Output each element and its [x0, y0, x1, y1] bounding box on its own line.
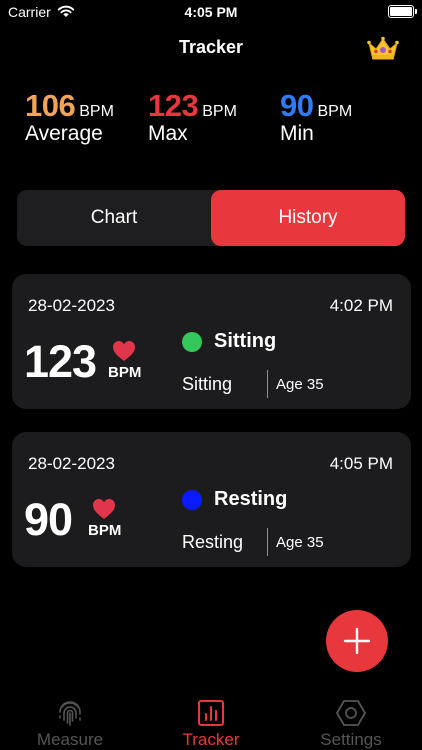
- heart-icon: [113, 341, 135, 361]
- tab-tracker[interactable]: Tracker: [156, 698, 266, 750]
- tab-measure[interactable]: Measure: [15, 698, 125, 750]
- record-time: 4:05 PM: [329, 454, 393, 473]
- chart-icon: [198, 700, 224, 726]
- stat-max-value: 123: [148, 88, 199, 123]
- stat-min-label: Min: [280, 122, 314, 145]
- record-date: 28-02-2023: [28, 454, 115, 473]
- stat-max-label: Max: [148, 122, 188, 145]
- record-date: 28-02-2023: [28, 296, 115, 315]
- battery-icon: [388, 5, 417, 18]
- add-measurement-button[interactable]: [326, 610, 388, 672]
- stat-average: 106 BPM Average: [25, 88, 114, 146]
- stat-max: 123 BPM Max: [148, 88, 237, 146]
- hexagon-gear-icon: [336, 700, 366, 726]
- fingerprint-icon: [59, 701, 81, 726]
- divider: [267, 370, 268, 398]
- tab-history[interactable]: History: [211, 190, 405, 246]
- tab-settings[interactable]: Settings: [296, 698, 406, 750]
- tab-chart[interactable]: Chart: [17, 190, 211, 246]
- stat-max-unit: BPM: [202, 103, 237, 120]
- stat-min: 90 BPM Min: [280, 88, 352, 146]
- stat-average-unit: BPM: [79, 103, 114, 120]
- stat-min-value: 90: [280, 88, 314, 123]
- record-age: Age 35: [276, 376, 324, 393]
- history-record[interactable]: 28-02-2023 4:05 PM 90 BPM Resting Restin…: [12, 432, 411, 567]
- record-bpm-unit: BPM: [108, 364, 142, 381]
- record-bpm-value: 123: [24, 336, 97, 387]
- state-indicator-dot: [182, 332, 202, 352]
- tab-tracker-label: Tracker: [182, 730, 240, 749]
- tab-measure-label: Measure: [36, 730, 104, 749]
- record-time: 4:02 PM: [329, 296, 393, 315]
- record-state: Sitting: [214, 330, 277, 352]
- record-activity: Sitting: [182, 374, 233, 394]
- divider: [267, 528, 268, 556]
- record-age: Age 35: [276, 534, 324, 551]
- tab-settings-label: Settings: [320, 730, 382, 749]
- stat-average-label: Average: [25, 122, 103, 145]
- stat-min-unit: BPM: [317, 103, 353, 120]
- stat-average-value: 106: [25, 88, 76, 123]
- page-title: Tracker: [178, 37, 244, 57]
- state-indicator-dot: [182, 490, 202, 510]
- history-record[interactable]: 28-02-2023 4:02 PM 123 BPM Sitting Sitti…: [12, 274, 411, 409]
- status-bar: Carrier 4:05 PM: [0, 0, 422, 26]
- plus-icon: [343, 627, 371, 655]
- heart-icon: [93, 499, 115, 519]
- record-bpm-unit: BPM: [88, 522, 122, 539]
- record-state: Resting: [214, 488, 288, 510]
- record-bpm-value: 90: [24, 494, 73, 545]
- record-activity: Resting: [182, 532, 244, 552]
- status-time: 4:05 PM: [184, 4, 238, 20]
- crown-icon[interactable]: [366, 35, 400, 61]
- view-segmented-control: Chart History: [17, 190, 405, 246]
